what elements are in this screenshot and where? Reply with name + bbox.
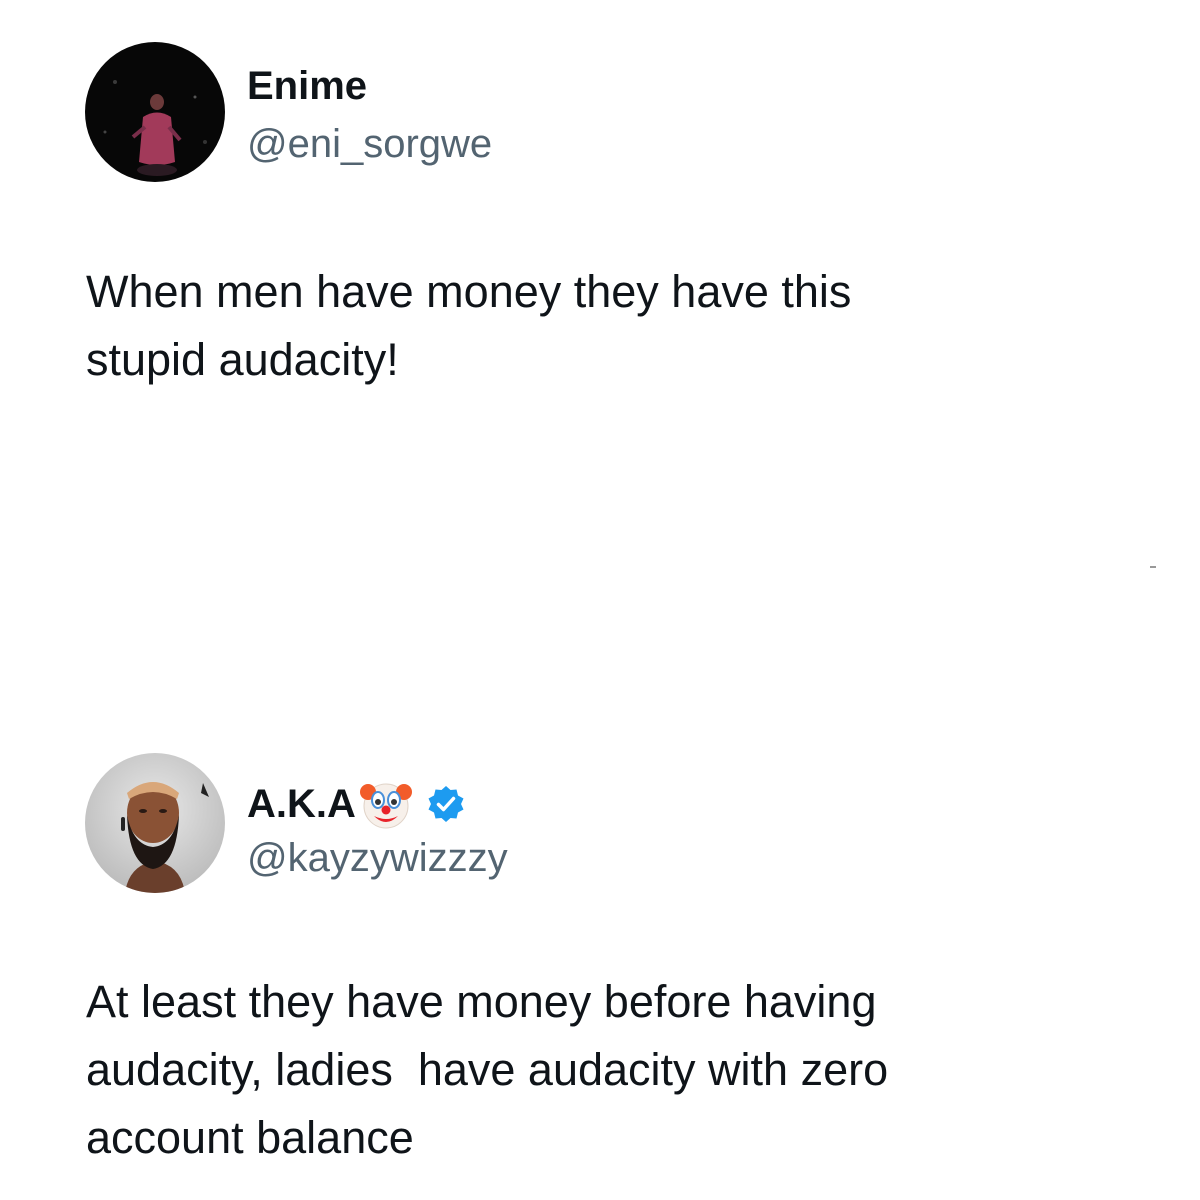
divider-mark	[1150, 566, 1156, 568]
display-name-text: Enime	[247, 64, 368, 108]
bearded-man-avatar-icon	[85, 753, 225, 893]
avatar[interactable]	[85, 42, 225, 182]
user-handle[interactable]: @eni_sorgwe	[247, 120, 492, 168]
tweet-text: When men have money they have this stupi…	[86, 266, 852, 385]
user-handle[interactable]: @kayzywizzzy	[247, 834, 508, 882]
tweet-screenshot: Enime @eni_sorgwe When men have money th…	[0, 0, 1200, 1200]
verified-badge-icon[interactable]	[426, 784, 466, 824]
dark-photo-avatar-icon	[85, 42, 225, 182]
avatar[interactable]	[85, 753, 225, 893]
display-name[interactable]: A.K.A	[247, 776, 466, 832]
display-name[interactable]: Enime	[247, 62, 367, 110]
clown-face-icon	[359, 783, 412, 829]
display-name-text: A.K.A	[247, 782, 356, 826]
tweet-text: At least they have money before having a…	[86, 976, 889, 1163]
